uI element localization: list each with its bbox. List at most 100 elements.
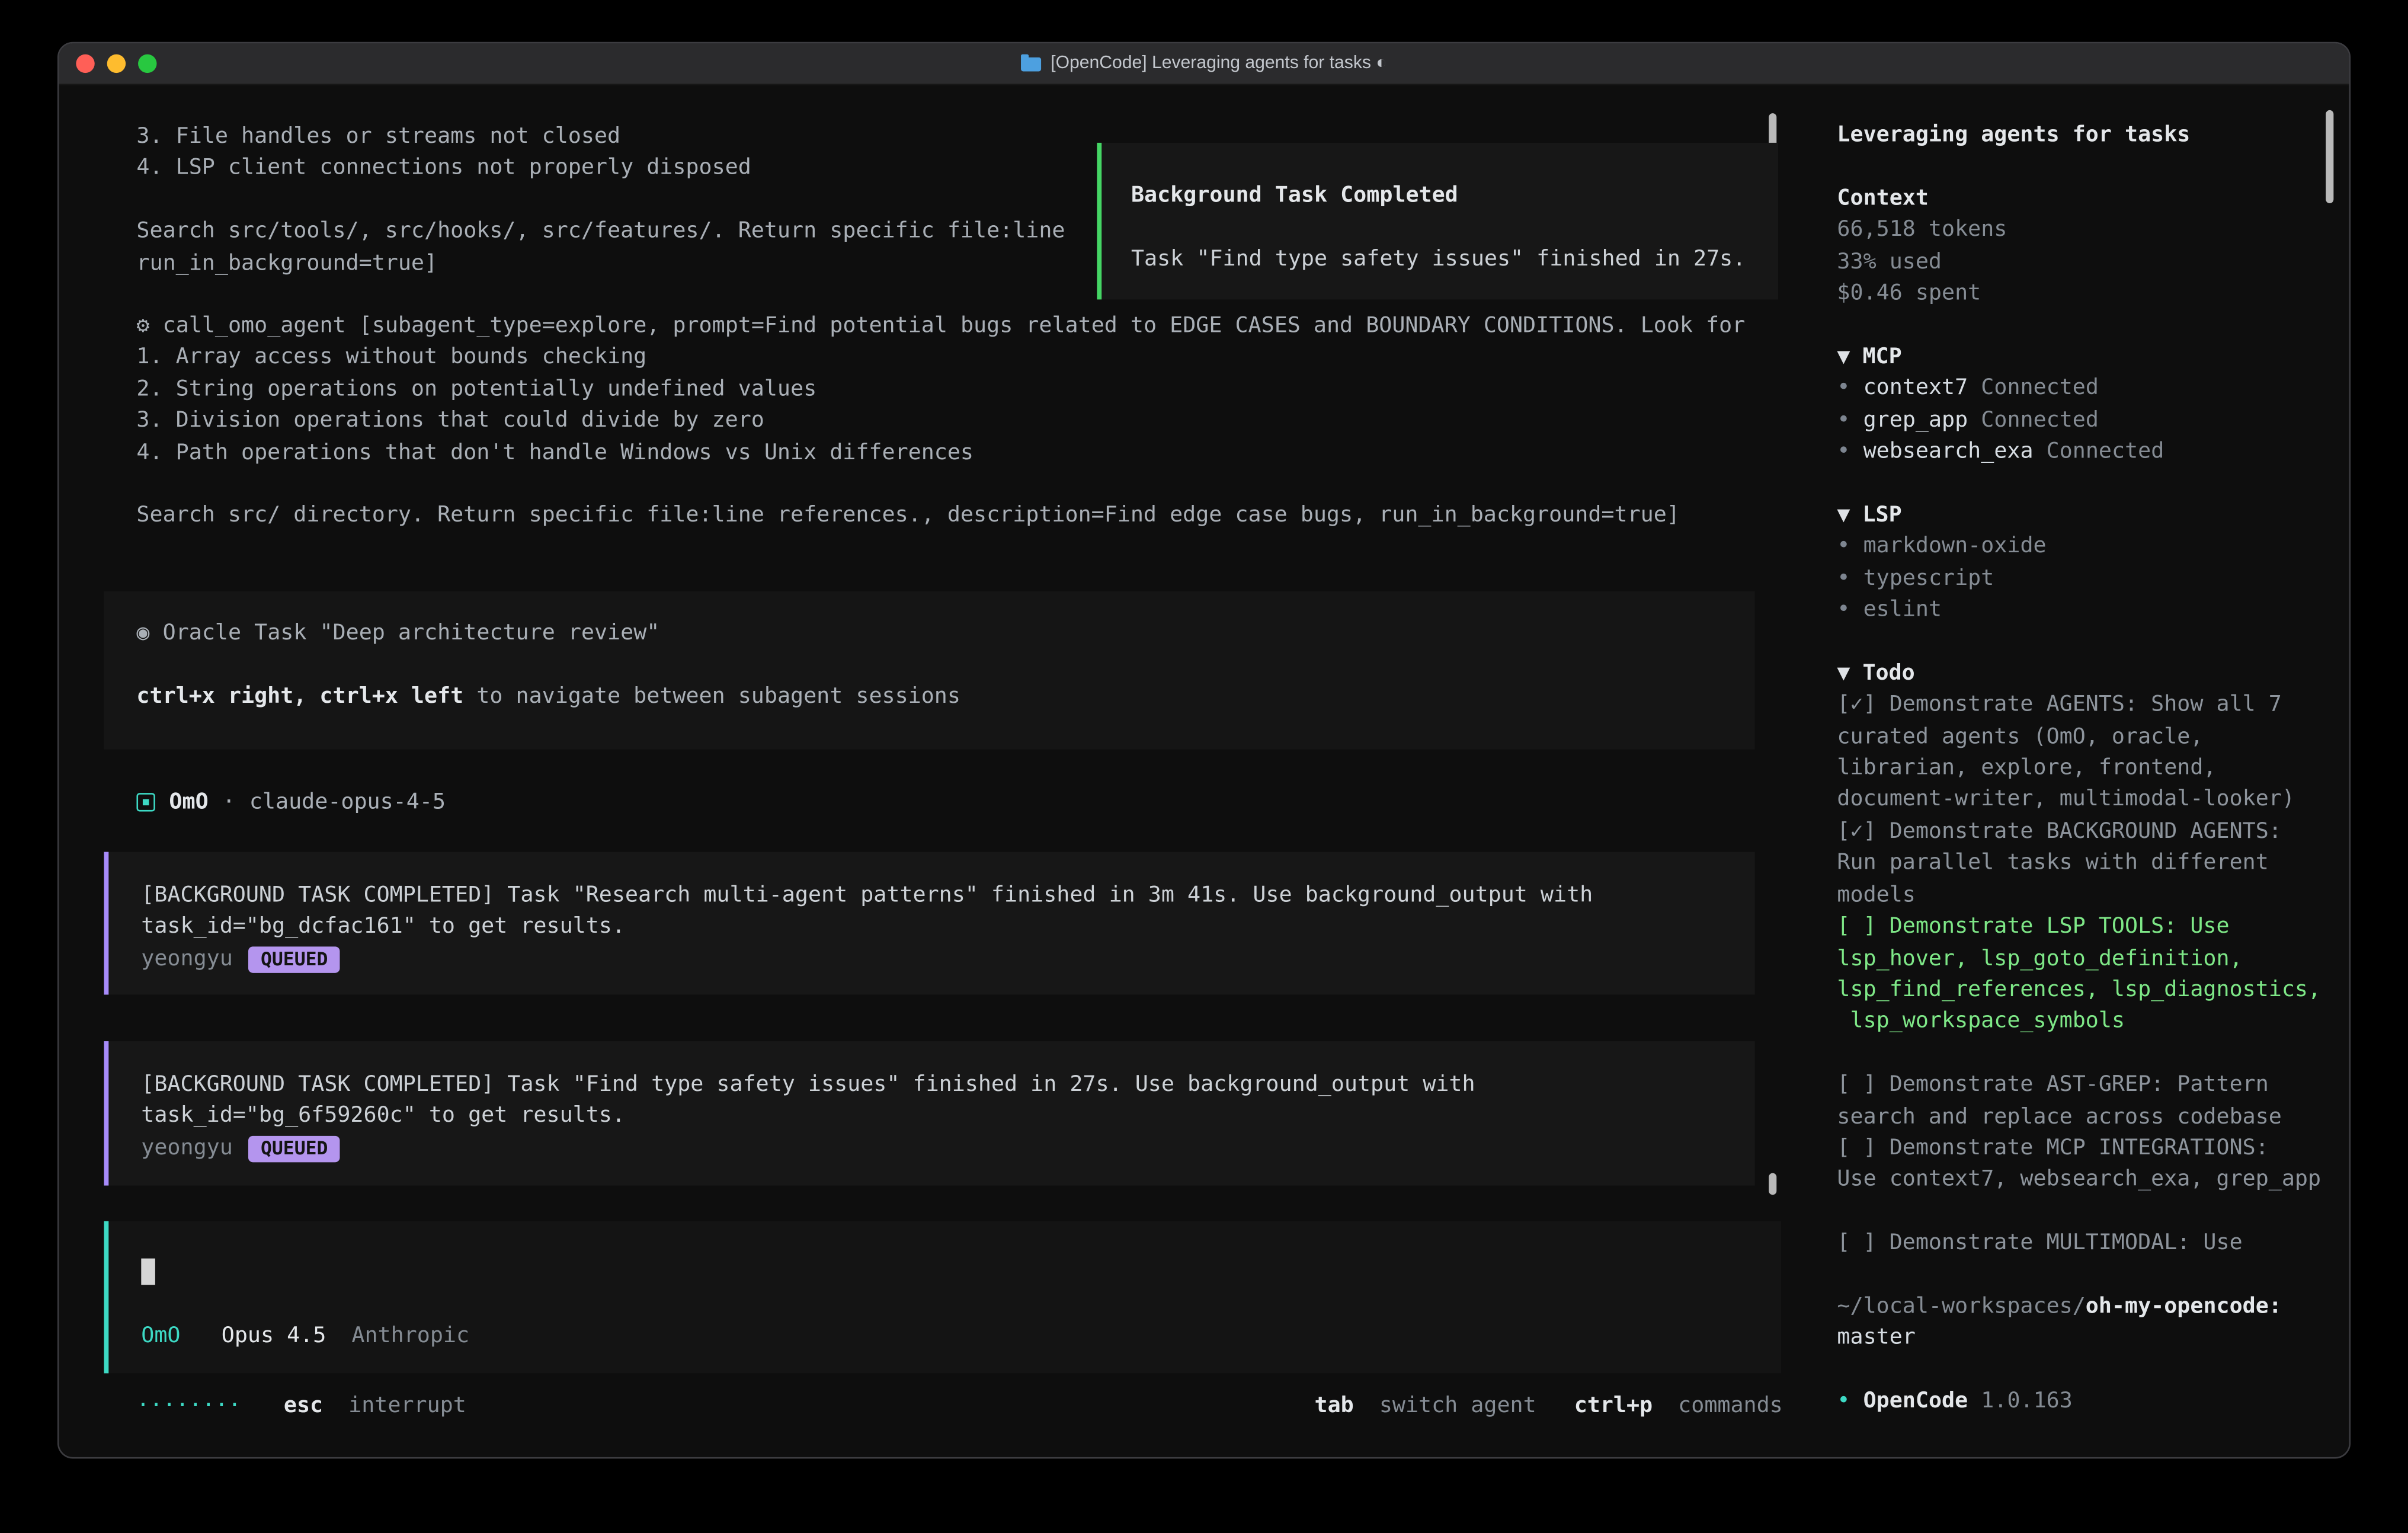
desktop: [OpenCode] Leveraging agents for tasks ◐… [0,0,2408,1533]
app-version: 1.0.163 [1981,1389,2073,1414]
session-title: Leveraging agents for tasks [1837,120,2321,151]
todo-section: ▼Todo [✓] Demonstrate AGENTS: Show all 7… [1837,658,2321,1259]
mcp-name: websearch_exa [1863,439,2034,464]
folder-icon [1021,57,1041,71]
close-button[interactable] [76,55,94,73]
message-text: [BACKGROUND TASK COMPLETED] Task "Find t… [141,1069,1730,1132]
mcp-name: context7 [1863,376,1968,401]
opencode-version: • OpenCode 1.0.163 [1837,1386,2321,1417]
workspace-branch: master [1837,1323,2321,1354]
window-title: [OpenCode] Leveraging agents for tasks ◐ [1021,55,1386,73]
bullet-icon: • [1837,408,1850,433]
lsp-item: • markdown-oxide [1837,531,2321,562]
mcp-status: Connected [1981,376,2099,401]
mcp-status: Connected [2047,439,2164,464]
sidebar-scrollbar-thumb[interactable] [2326,110,2333,203]
message-author: yeongyu [141,946,233,971]
oracle-icon: ◉ [136,620,149,645]
gear-icon: ⚙ [136,313,149,338]
context-heading: Context [1837,183,2321,214]
minimize-button[interactable] [107,55,126,73]
notification-toast: Background Task Completed Task "Find typ… [1097,143,1778,299]
lsp-heading: ▼LSP [1837,500,2321,531]
message-meta: yeongyu QUEUED [141,1132,1730,1164]
agent-name: OmO [169,787,208,818]
oracle-panel: ◉ Oracle Task "Deep architecture review"… [104,591,1754,750]
queued-badge: QUEUED [248,1135,340,1162]
mcp-item: • websearch_exa Connected [1837,436,2321,468]
message-scrollbar-thumb[interactable] [1769,1173,1776,1195]
zoom-button[interactable] [138,55,156,73]
todo-item: [ ] Demonstrate MCP INTEGRATIONS: Use co… [1837,1132,2321,1196]
bullet-icon: • [1837,534,1850,559]
lsp-item: • typescript [1837,563,2321,594]
mcp-section: ▼MCP • context7 Connected • grep_app Con… [1837,341,2321,468]
oracle-title: Oracle Task "Deep architecture review" [163,620,660,645]
todo-item: [✓] Demonstrate AGENTS: Show all 7 curat… [1837,689,2321,816]
mcp-item: • grep_app Connected [1837,404,2321,436]
message-block: [BACKGROUND TASK COMPLETED] Task "Find t… [104,1041,1754,1186]
context-section: Context 66,518 tokens 33% used $0.46 spe… [1837,183,2321,309]
lsp-name: eslint [1863,597,1942,622]
tool-call-args: 1. Array access without bounds checking … [136,342,1781,469]
collapse-triangle-icon: ▼ [1837,344,1850,369]
bullet-icon: • [1837,566,1850,591]
bullet-icon: • [1837,439,1850,464]
context-spent: $0.46 spent [1837,278,2321,309]
nav-hint-keys: ctrl+x right, ctrl+x left [136,684,463,709]
app-name: OpenCode [1863,1389,1968,1414]
ctrlp-key-hint: ctrl+p [1574,1394,1653,1419]
bullet-icon: • [1837,1389,1850,1414]
workspace-path: ~/local-workspaces/oh-my-opencode: maste… [1837,1291,2321,1354]
todo-item: [✓] Demonstrate BACKGROUND AGENTS: Run p… [1837,816,2321,911]
tool-call-block: ⚙ call_omo_agent [subagent_type=explore,… [136,311,1781,532]
input-model: Opus 4.5 [222,1324,326,1349]
lsp-name: markdown-oxide [1863,534,2047,559]
commands-label: commands [1678,1394,1783,1419]
agent-header: OmO · claude-opus-4-5 [136,787,446,818]
spinner-dots: ········ [136,1394,241,1419]
todo-item: [ ] Demonstrate AST-GREP: Pattern search… [1837,1070,2321,1133]
mcp-name: grep_app [1863,408,1968,433]
lsp-name: typescript [1863,566,1994,591]
bullet-icon: • [1837,597,1850,622]
lsp-section: ▼LSP • markdown-oxide • typescript • esl… [1837,500,2321,626]
prompt-input[interactable]: OmO Opus 4.5 Anthropic [104,1221,1781,1374]
agent-model: claude-opus-4-5 [249,787,446,818]
mcp-heading: ▼MCP [1837,341,2321,373]
collapse-triangle-icon: ▼ [1837,503,1850,527]
workspace-repo: oh-my-opencode: [2086,1294,2282,1319]
lsp-item: • eslint [1837,594,2321,626]
titlebar: [OpenCode] Leveraging agents for tasks ◐ [59,43,2349,85]
esc-key-hint: esc [284,1394,323,1419]
status-right: tab switch agent ctrl+p commands [1315,1390,1783,1422]
agent-separator: · [222,787,235,818]
status-left: ········ esc interrupt [136,1390,466,1422]
sidebar: Leveraging agents for tasks Context 66,5… [1811,84,2349,1457]
message-block: [BACKGROUND TASK COMPLETED] Task "Resear… [104,852,1754,995]
tool-call-header: call_omo_agent [subagent_type=explore, p… [163,313,1746,338]
subagent-nav-hint: ctrl+x right, ctrl+x left to navigate be… [136,681,1730,712]
todo-heading: ▼Todo [1837,658,2321,689]
queued-badge: QUEUED [248,946,340,973]
message-text: [BACKGROUND TASK COMPLETED] Task "Resear… [141,880,1730,943]
tool-call-footer: Search src/ directory. Return specific f… [136,500,1781,532]
message-meta: yeongyu QUEUED [141,943,1730,975]
context-used: 33% used [1837,246,2321,277]
notification-body: Task "Find type safety issues" finished … [1131,244,1778,275]
input-provider: Anthropic [351,1324,469,1349]
window-title-text: [OpenCode] Leveraging agents for tasks ◐ [1051,55,1386,73]
input-meta: OmO Opus 4.5 Anthropic [141,1320,469,1352]
bullet-icon: • [1837,376,1850,401]
interrupt-label: interrupt [348,1394,466,1419]
context-tokens: 66,518 tokens [1837,215,2321,246]
agent-icon [136,793,155,812]
tab-key-hint: tab [1315,1394,1354,1419]
text-cursor [141,1259,155,1285]
message-author: yeongyu [141,1135,233,1160]
switch-agent-label: switch agent [1379,1394,1536,1419]
nav-hint-text: to navigate between subagent sessions [463,684,960,709]
input-agent-name: OmO [141,1324,180,1349]
main-terminal: 3. File handles or streams not closed 4.… [59,84,1811,1457]
status-bar: ········ esc interrupt tab switch agent … [136,1390,1782,1422]
